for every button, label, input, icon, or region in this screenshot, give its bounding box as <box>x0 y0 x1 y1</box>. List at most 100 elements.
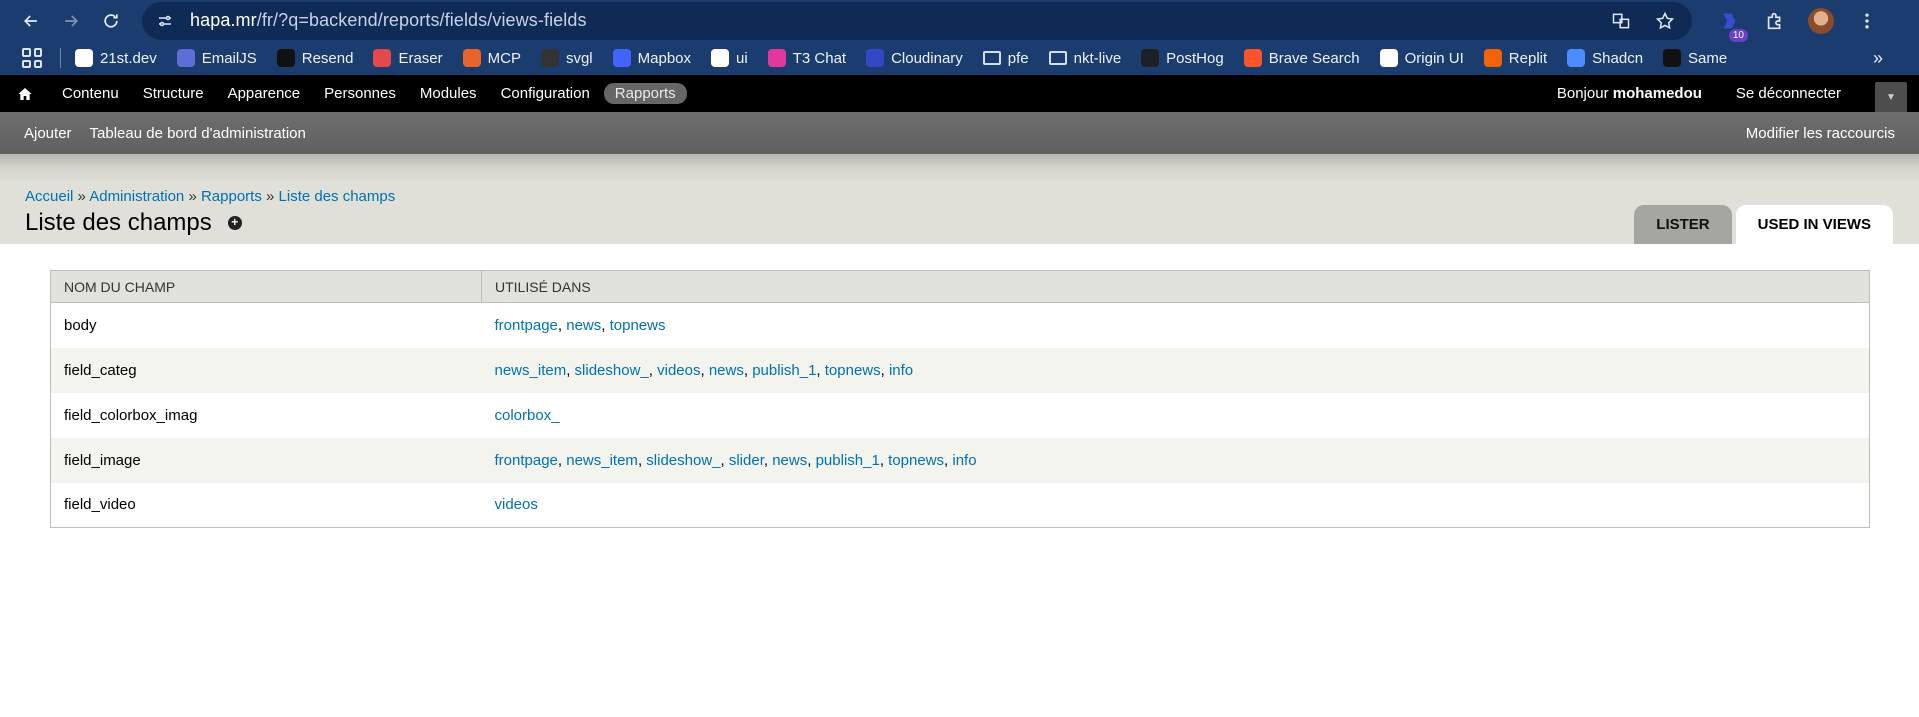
view-link[interactable]: info <box>952 452 976 469</box>
favicon-icon <box>276 49 295 67</box>
column-header-used-in: Utilisé dans <box>481 270 1870 303</box>
extension-icon[interactable]: 10 <box>1716 8 1748 42</box>
more-bookmarks-icon[interactable]: » <box>1873 48 1883 69</box>
back-icon[interactable] <box>14 4 48 38</box>
view-link[interactable]: news_item <box>566 452 638 469</box>
table-header-row: Nom du champ Utilisé dans <box>50 270 1870 303</box>
view-link[interactable]: publish_1 <box>816 452 880 469</box>
table-row: field_image frontpage, news_item, slidesh… <box>50 437 1870 483</box>
favicon-icon <box>462 49 481 67</box>
view-link[interactable]: topnews <box>888 452 944 469</box>
view-link[interactable]: news_item <box>495 362 567 379</box>
bookmarks-divider <box>60 48 61 68</box>
bookmark-item[interactable]: Mapbox <box>612 49 691 67</box>
kebab-menu-icon[interactable] <box>1854 8 1880 34</box>
toolbar-item-configuration[interactable]: Configuration <box>489 85 602 102</box>
view-link[interactable]: colorbox_ <box>495 407 560 424</box>
view-link[interactable]: topnews <box>610 317 666 334</box>
extensions-puzzle-icon[interactable] <box>1762 8 1788 34</box>
shortcut-dashboard[interactable]: Tableau de bord d'administration <box>90 125 306 142</box>
bookmark-item[interactable]: 21st.dev <box>75 49 157 67</box>
username[interactable]: mohamedou <box>1613 85 1702 102</box>
favicon-icon <box>540 49 559 67</box>
view-link[interactable]: slider <box>729 452 764 469</box>
bookmark-item[interactable]: Origin UI <box>1379 49 1464 67</box>
bookmark-item[interactable]: Replit <box>1483 49 1547 67</box>
translate-icon[interactable] <box>1610 10 1632 32</box>
bookmark-label: Same <box>1688 49 1728 67</box>
view-link[interactable]: slideshow_ <box>575 362 649 379</box>
bookmark-item[interactable]: pfe <box>982 50 1029 67</box>
bookmark-item[interactable]: EmailJS <box>176 49 257 67</box>
favicon-icon <box>176 49 195 67</box>
used-in-cell: frontpage, news_item, slideshow_, slider… <box>481 437 1870 483</box>
view-link[interactable]: news <box>772 452 807 469</box>
breadcrumb-separator: » <box>188 188 197 205</box>
toolbar-item-modules[interactable]: Modules <box>408 85 489 102</box>
breadcrumb-accueil[interactable]: Accueil <box>25 188 73 205</box>
breadcrumb-rapports[interactable]: Rapports <box>201 188 262 205</box>
shortcut-ajouter[interactable]: Ajouter <box>24 125 72 142</box>
bookmark-item[interactable]: Brave Search <box>1243 49 1360 67</box>
table-row: field_colorbox_imag colorbox_ <box>50 392 1870 438</box>
shortcuts-bar: Ajouter Tableau de bord d'administration… <box>0 112 1919 154</box>
toolbar-item-contenu[interactable]: Contenu <box>50 85 131 102</box>
bookmark-item[interactable]: MCP <box>462 49 521 67</box>
breadcrumb: Accueil » Administration » Rapports » Li… <box>25 188 395 205</box>
shortcuts-toggle-icon[interactable]: ▼ <box>1875 82 1907 112</box>
view-link[interactable]: videos <box>495 496 538 513</box>
view-link[interactable]: slideshow_ <box>646 452 720 469</box>
bookmark-item[interactable]: Cloudinary <box>866 49 963 67</box>
site-settings-icon[interactable] <box>154 10 176 32</box>
bookmark-label: Origin UI <box>1404 49 1464 67</box>
bookmark-item[interactable]: PostHog <box>1141 49 1224 67</box>
bookmark-item[interactable]: svgl <box>540 49 593 67</box>
bookmark-label: Eraser <box>398 49 443 67</box>
view-link[interactable]: publish_1 <box>752 362 816 379</box>
view-link[interactable]: videos <box>657 362 700 379</box>
view-link[interactable]: news <box>566 317 601 334</box>
link-separator: , <box>743 361 753 379</box>
view-link[interactable]: info <box>889 362 913 379</box>
address-bar[interactable]: hapa.mr/fr/?q=backend/reports/fields/vie… <box>142 1 1692 40</box>
profile-avatar[interactable] <box>1808 7 1834 34</box>
toolbar-item-rapports[interactable]: Rapports <box>603 83 687 104</box>
apps-grid-icon[interactable] <box>22 48 42 68</box>
bookmark-item[interactable]: Resend <box>276 49 353 67</box>
bookmark-label: 21st.dev <box>100 49 157 67</box>
forward-icon[interactable] <box>54 4 88 38</box>
bookmark-label: MCP <box>487 49 521 67</box>
field-name-cell: field_video <box>50 482 482 528</box>
breadcrumb-administration[interactable]: Administration <box>89 188 184 205</box>
view-link[interactable]: topnews <box>825 362 881 379</box>
bookmark-star-icon[interactable] <box>1654 10 1676 32</box>
favicon-icon <box>75 49 93 67</box>
favicon-icon <box>866 49 885 67</box>
add-shortcut-icon[interactable]: + <box>227 216 242 230</box>
view-link[interactable]: news <box>709 362 744 379</box>
toolbar-item-apparence[interactable]: Apparence <box>216 85 313 102</box>
link-separator: , <box>648 361 658 379</box>
bookmark-item[interactable]: Shadcn <box>1567 49 1643 67</box>
home-icon[interactable] <box>0 86 50 102</box>
link-separator: , <box>816 361 825 379</box>
tab-used-in-views[interactable]: USED IN VIEWS <box>1735 205 1893 244</box>
bookmark-item[interactable]: Same <box>1663 49 1727 67</box>
url-text[interactable]: hapa.mr/fr/?q=backend/reports/fields/vie… <box>190 10 587 31</box>
bookmark-item[interactable]: Eraser <box>373 49 443 67</box>
edit-shortcuts-link[interactable]: Modifier les raccourcis <box>1746 125 1895 142</box>
bookmark-item[interactable]: ui <box>711 49 748 67</box>
reload-icon[interactable] <box>94 4 128 38</box>
view-link[interactable]: frontpage <box>495 317 558 334</box>
bookmark-item[interactable]: T3 Chat <box>767 49 846 67</box>
view-link[interactable]: frontpage <box>495 452 558 469</box>
field-name-cell: field_image <box>50 437 482 483</box>
toolbar-item-structure[interactable]: Structure <box>131 85 216 102</box>
bookmark-item[interactable]: nkt-live <box>1048 50 1121 67</box>
breadcrumb-liste-des-champs[interactable]: Liste des champs <box>279 188 396 205</box>
toolbar-item-personnes[interactable]: Personnes <box>312 85 408 102</box>
bookmark-label: PostHog <box>1166 49 1224 67</box>
logout-link[interactable]: Se déconnecter <box>1736 85 1841 102</box>
column-header-field-name[interactable]: Nom du champ <box>50 270 482 303</box>
tab-lister[interactable]: LISTER <box>1634 205 1732 244</box>
